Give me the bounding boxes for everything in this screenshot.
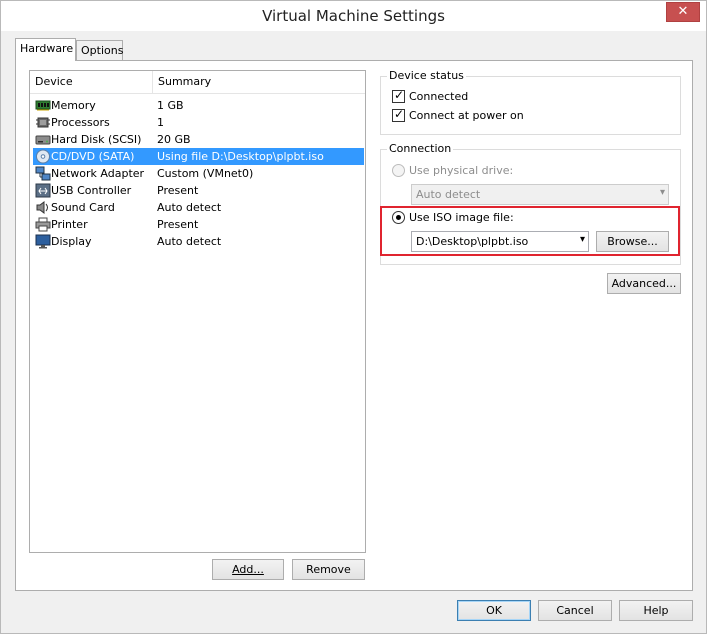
device-row-cd-dvd[interactable]: CD/DVD (SATA) Using file D:\Desktop\plpbt… xyxy=(33,148,364,165)
vm-settings-window: Virtual Machine Settings ✕ Hardware Opti… xyxy=(0,0,707,634)
device-summary: 1 GB xyxy=(157,99,184,112)
usb-controller-icon xyxy=(35,183,51,198)
add-button-label: Add... xyxy=(232,563,264,576)
device-name: Network Adapter xyxy=(51,167,145,180)
sound-card-icon xyxy=(35,200,51,215)
window-title: Virtual Machine Settings xyxy=(262,7,445,25)
device-summary: Using file D:\Desktop\plpbt.iso xyxy=(157,150,324,163)
column-header-device[interactable]: Device xyxy=(30,71,152,94)
connect-at-power-on-label: Connect at power on xyxy=(409,109,524,122)
help-button[interactable]: Help xyxy=(619,600,693,621)
device-name: Hard Disk (SCSI) xyxy=(51,133,142,146)
connect-at-power-on-check-box[interactable]: ✓ xyxy=(392,107,405,122)
display-icon xyxy=(35,234,51,249)
physical-drive-value: Auto detect xyxy=(416,188,481,201)
physical-drive-select[interactable]: Auto detect ▾ xyxy=(411,184,669,205)
tab-options[interactable]: Options xyxy=(76,40,123,60)
remove-button-label: Remove xyxy=(306,563,351,576)
device-row-network-adapter[interactable]: Network Adapter Custom (VMnet0) xyxy=(33,165,364,182)
ok-button[interactable]: OK xyxy=(457,600,531,621)
hard-disk-icon xyxy=(35,132,51,147)
iso-highlight-box xyxy=(380,206,680,256)
remove-button[interactable]: Remove xyxy=(292,559,365,580)
check-mark-icon: ✓ xyxy=(394,88,405,102)
chevron-down-icon: ▾ xyxy=(659,187,665,198)
printer-icon xyxy=(35,217,51,232)
physical-radio-button[interactable] xyxy=(392,164,405,177)
device-status-label: Device status xyxy=(387,69,466,82)
device-name: CD/DVD (SATA) xyxy=(51,150,135,163)
device-name: Sound Card xyxy=(51,201,115,214)
ok-button-label: OK xyxy=(486,604,502,617)
use-physical-drive-label: Use physical drive: xyxy=(409,164,514,177)
tab-hardware[interactable]: Hardware xyxy=(15,38,76,61)
device-row-memory[interactable]: Memory 1 GB xyxy=(33,97,364,114)
device-summary: Present xyxy=(157,218,199,231)
device-row-printer[interactable]: Printer Present xyxy=(33,216,364,233)
connected-label: Connected xyxy=(409,90,469,103)
device-summary: 1 xyxy=(157,116,164,129)
device-summary: Present xyxy=(157,184,199,197)
advanced-button[interactable]: Advanced... xyxy=(607,273,681,294)
close-icon: ✕ xyxy=(677,4,689,19)
advanced-button-label: Advanced... xyxy=(611,277,677,290)
help-button-label: Help xyxy=(643,604,669,617)
memory-icon xyxy=(35,98,51,113)
device-row-processor[interactable]: Processors 1 xyxy=(33,114,364,131)
device-summary: Auto detect xyxy=(157,235,222,248)
device-row-usb-controller[interactable]: USB Controller Present xyxy=(33,182,364,199)
cd-dvd-icon xyxy=(35,149,51,164)
device-name: Printer xyxy=(51,218,88,231)
device-name: Memory xyxy=(51,99,96,112)
check-mark-icon: ✓ xyxy=(394,107,405,121)
network-adapter-icon xyxy=(35,166,51,181)
list-header: Device Summary xyxy=(30,71,365,94)
device-row-sound-card[interactable]: Sound Card Auto detect xyxy=(33,199,364,216)
device-status-group: Device status ✓ Connected ✓ Connect at p… xyxy=(380,69,681,135)
connection-group: Connection Use physical drive: Auto dete… xyxy=(380,142,681,265)
device-name: Display xyxy=(51,235,92,248)
device-row-display[interactable]: Display Auto detect xyxy=(33,233,364,250)
hardware-tab-panel: Device Summary Memory 1 GB Processors 1 Hard… xyxy=(15,60,693,591)
column-header-summary[interactable]: Summary xyxy=(152,71,365,94)
device-summary: Custom (VMnet0) xyxy=(157,167,254,180)
add-button[interactable]: Add... xyxy=(212,559,284,580)
device-list[interactable]: Device Summary Memory 1 GB Processors 1 Hard… xyxy=(29,70,366,553)
device-summary: Auto detect xyxy=(157,201,222,214)
connected-check-box[interactable]: ✓ xyxy=(392,88,405,103)
cancel-button[interactable]: Cancel xyxy=(538,600,612,621)
connection-label: Connection xyxy=(387,142,454,155)
device-name: Processors xyxy=(51,116,110,129)
device-row-hard-disk[interactable]: Hard Disk (SCSI) 20 GB xyxy=(33,131,364,148)
close-button[interactable]: ✕ xyxy=(666,2,700,22)
title-bar[interactable]: Virtual Machine Settings ✕ xyxy=(1,1,706,31)
device-name: USB Controller xyxy=(51,184,132,197)
cancel-button-label: Cancel xyxy=(556,604,594,617)
processor-icon xyxy=(35,115,51,130)
device-summary: 20 GB xyxy=(157,133,191,146)
